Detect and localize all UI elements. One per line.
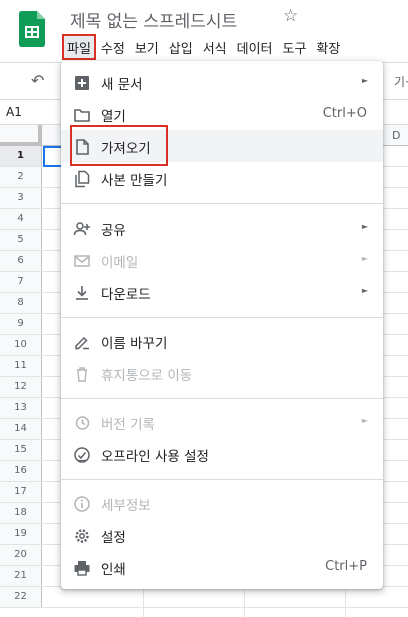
row-header[interactable]: 21 [0, 566, 42, 586]
toolbar-font-partial[interactable]: 기· [394, 73, 408, 90]
menu-item-version-history[interactable]: 버전 기록 ► [61, 406, 383, 438]
menu-insert[interactable]: 삽입 [164, 34, 198, 60]
row-header[interactable]: 11 [0, 356, 42, 376]
row-header[interactable]: 15 [0, 440, 42, 460]
menu-item-offline[interactable]: 오프라인 사용 설정 [61, 438, 383, 470]
menu-divider [61, 203, 383, 204]
row-header[interactable]: 3 [0, 188, 42, 208]
menu-item-settings[interactable]: 설정 [61, 519, 383, 551]
menu-item-label: 설정 [101, 530, 126, 546]
menu-item-label: 인쇄 [101, 562, 126, 578]
column-header-d[interactable]: D [392, 129, 400, 142]
menu-view[interactable]: 보기 [130, 34, 164, 60]
menu-item-label: 휴지통으로 이동 [101, 368, 193, 384]
sheets-logo-icon[interactable] [19, 11, 45, 47]
menu-item-details[interactable]: 세부정보 [61, 487, 383, 519]
menu-item-download[interactable]: 다운로드 ► [61, 276, 383, 308]
menu-divider [61, 317, 383, 318]
sheets-window: 제목 없는 스프레드시트 ☆ 파일 수정 보기 삽입 서식 데이터 도구 확장 … [0, 0, 408, 617]
row-header[interactable]: 12 [0, 377, 42, 397]
menu-data[interactable]: 데이터 [232, 34, 278, 60]
menu-tools[interactable]: 도구 [278, 34, 312, 60]
folder-icon [74, 109, 90, 122]
menu-file[interactable]: 파일 [62, 34, 96, 60]
rename-pencil-icon [75, 336, 89, 350]
menu-divider [61, 398, 383, 399]
menu-item-make-copy[interactable]: 사본 만들기 [61, 162, 383, 194]
app-header: 제목 없는 스프레드시트 ☆ 파일 수정 보기 삽입 서식 데이터 도구 확장 [0, 0, 408, 62]
offline-check-icon [74, 447, 90, 463]
trash-icon [77, 367, 87, 382]
submenu-arrow-icon: ► [361, 222, 368, 231]
row-header[interactable]: 16 [0, 461, 42, 481]
info-icon [74, 496, 90, 512]
menu-divider [61, 479, 383, 480]
grid-row[interactable]: 22 [0, 587, 408, 608]
menu-item-new[interactable]: 새 문서 ► [61, 66, 383, 98]
row-header[interactable]: 4 [0, 209, 42, 229]
menu-item-label: 공유 [101, 223, 126, 239]
row-header[interactable]: 22 [0, 587, 42, 607]
submenu-arrow-icon: ► [361, 286, 368, 295]
row-header[interactable]: 9 [0, 314, 42, 334]
menu-item-label: 오프라인 사용 설정 [101, 449, 209, 465]
import-highlight-box [70, 125, 168, 166]
row-header[interactable]: 8 [0, 293, 42, 313]
menu-item-label: 다운로드 [101, 287, 151, 303]
row-header[interactable]: 2 [0, 167, 42, 187]
menu-item-label: 사본 만들기 [101, 173, 168, 189]
menu-item-move-to-trash[interactable]: 휴지통으로 이동 [61, 357, 383, 389]
row-header[interactable]: 19 [0, 524, 42, 544]
row-header[interactable]: 7 [0, 272, 42, 292]
row-header[interactable]: 14 [0, 419, 42, 439]
menu-item-print[interactable]: 인쇄 Ctrl+P [61, 551, 383, 583]
shortcut-hint: Ctrl+P [325, 559, 367, 574]
copy-file-icon [75, 170, 90, 188]
menu-extensions[interactable]: 확장 [311, 34, 345, 60]
submenu-arrow-icon: ► [361, 416, 368, 425]
menu-item-label: 세부정보 [101, 498, 151, 514]
menu-item-label: 이메일 [101, 255, 139, 271]
menu-item-label: 이름 바꾸기 [101, 336, 168, 352]
add-document-icon [75, 76, 89, 90]
mail-icon [74, 255, 90, 267]
row-header[interactable]: 5 [0, 230, 42, 250]
history-icon [75, 416, 90, 430]
menu-edit[interactable]: 수정 [96, 34, 130, 60]
row-header[interactable]: 6 [0, 251, 42, 271]
document-title[interactable]: 제목 없는 스프레드시트 [70, 7, 237, 32]
menu-item-label: 새 문서 [101, 77, 143, 93]
menu-item-rename[interactable]: 이름 바꾸기 [61, 325, 383, 357]
star-icon[interactable]: ☆ [283, 6, 298, 26]
name-box[interactable]: A1 [6, 105, 22, 119]
submenu-arrow-icon: ► [361, 254, 368, 263]
row-header[interactable]: 1 [0, 146, 42, 166]
select-all-corner[interactable] [0, 125, 42, 146]
row-header[interactable]: 18 [0, 503, 42, 523]
menu-item-label: 열기 [101, 109, 126, 125]
row-header[interactable]: 17 [0, 482, 42, 502]
undo-icon[interactable]: ↶ [31, 71, 44, 90]
menu-item-share[interactable]: 공유 ► [61, 212, 383, 244]
menu-bar: 파일 수정 보기 삽입 서식 데이터 도구 확장 [62, 34, 345, 60]
submenu-arrow-icon: ► [361, 76, 368, 85]
download-icon [76, 286, 88, 300]
row-header[interactable]: 13 [0, 398, 42, 418]
menu-item-label: 버전 기록 [101, 417, 155, 433]
gear-icon [75, 529, 89, 543]
printer-icon [74, 561, 90, 576]
row-header[interactable]: 10 [0, 335, 42, 355]
add-person-icon [73, 222, 90, 236]
row-header[interactable]: 20 [0, 545, 42, 565]
menu-format[interactable]: 서식 [198, 34, 232, 60]
shortcut-hint: Ctrl+O [322, 106, 367, 121]
menu-item-email[interactable]: 이메일 ► [61, 244, 383, 276]
file-menu-dropdown: 새 문서 ► 열기 Ctrl+O 가져오기 사본 만들기 공유 ► 이메일 ► … [61, 61, 383, 589]
